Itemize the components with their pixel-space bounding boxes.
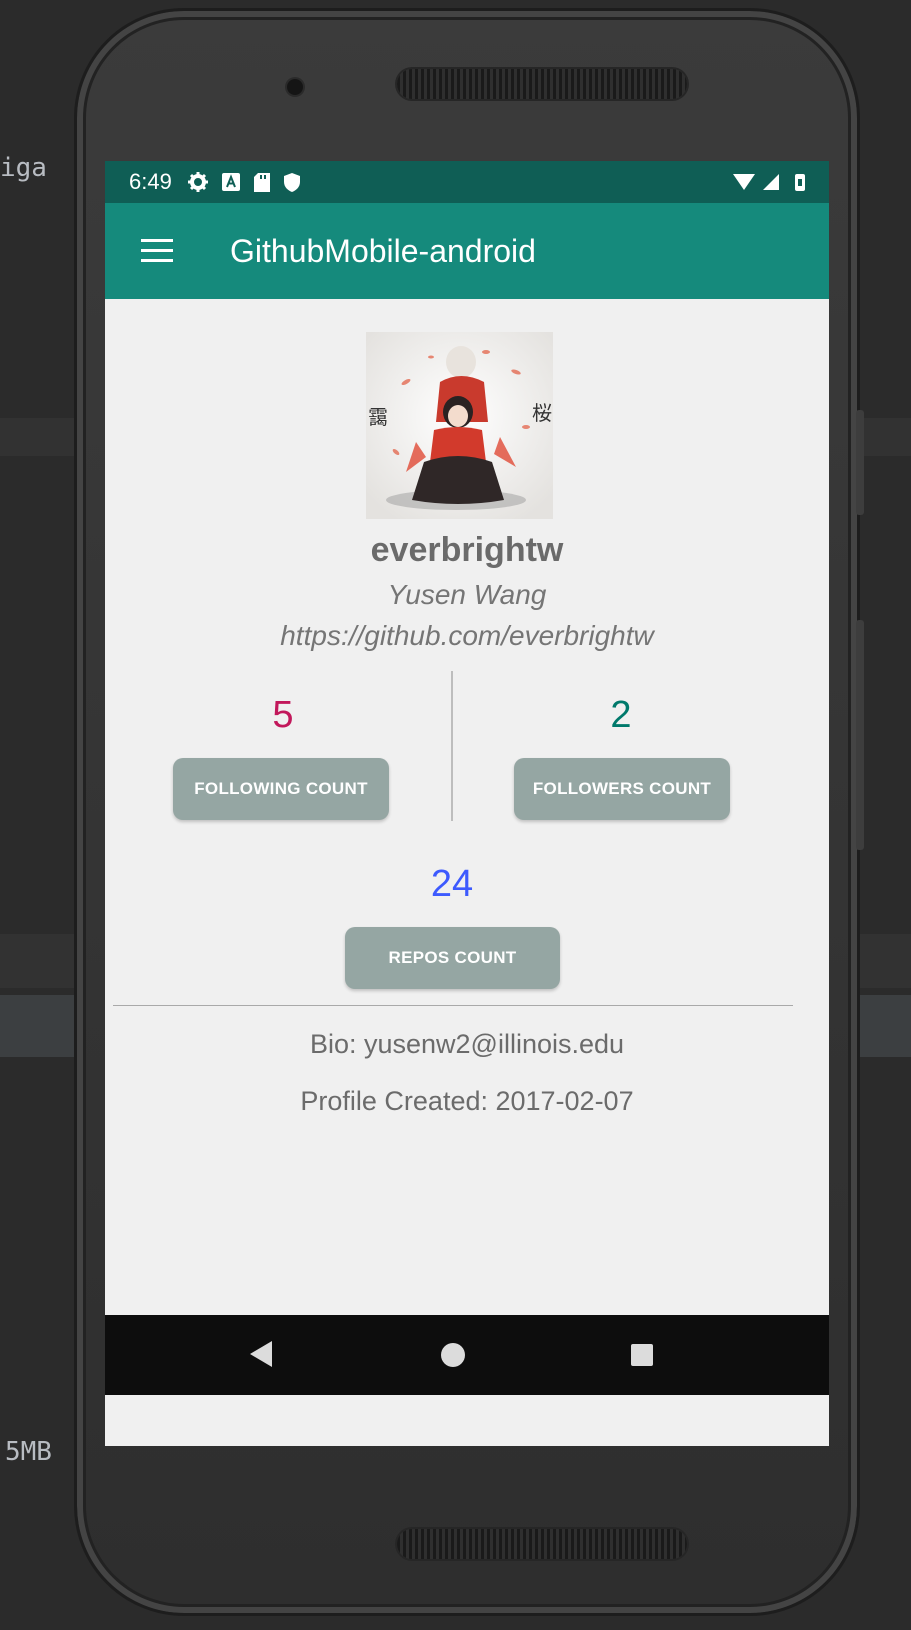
profile-url[interactable]: https://github.com/everbrightw [105, 620, 829, 652]
following-count-value: 5 [272, 694, 294, 736]
ide-text-fragment: iga [0, 153, 47, 183]
status-bar: 6:49 [105, 161, 829, 203]
power-button[interactable] [856, 410, 864, 515]
horizontal-divider [113, 1005, 793, 1006]
username: everbrightw [370, 531, 564, 569]
hamburger-menu-icon[interactable] [141, 239, 173, 263]
svg-text:靄: 靄 [368, 405, 388, 429]
svg-text:桜: 桜 [532, 401, 552, 425]
gear-icon [187, 172, 208, 192]
battery-icon [795, 173, 805, 191]
vertical-divider [451, 671, 453, 821]
followers-count-button[interactable]: FOLLOWERS COUNT [514, 758, 730, 820]
full-name: Yusen Wang [387, 579, 547, 610]
cell-signal-icon [763, 174, 779, 190]
repos-count-button[interactable]: REPOS COUNT [345, 927, 560, 989]
app-bar: GithubMobile-android [105, 203, 829, 299]
top-speaker [397, 69, 687, 99]
repos-count-value: 24 [430, 863, 474, 905]
font-a-icon [221, 173, 240, 191]
bottom-speaker [397, 1529, 687, 1559]
ide-text-fragment: 5MB [5, 1437, 52, 1467]
back-icon[interactable] [250, 1341, 272, 1367]
following-count-button[interactable]: FOLLOWING COUNT [173, 758, 389, 820]
followers-count-value: 2 [610, 694, 632, 736]
shield-icon [283, 172, 300, 192]
sd-card-icon [253, 172, 270, 192]
avatar[interactable]: 靄 桜 [366, 332, 553, 519]
profile-created-text: Profile Created: 2017-02-07 [300, 1086, 634, 1116]
front-camera [287, 79, 303, 95]
app-title: GithubMobile-android [230, 232, 536, 269]
navigation-bar [105, 1315, 829, 1395]
status-time: 6:49 [129, 169, 172, 194]
wifi-icon [733, 174, 755, 190]
home-icon[interactable] [441, 1343, 465, 1367]
recent-apps-icon[interactable] [631, 1344, 653, 1366]
bio-text: Bio: yusenw2@illinois.edu [309, 1029, 625, 1059]
phone-screen: 6:49 GithubMobile-android 靄 桜 everbright… [105, 161, 829, 1446]
volume-button[interactable] [856, 620, 864, 850]
